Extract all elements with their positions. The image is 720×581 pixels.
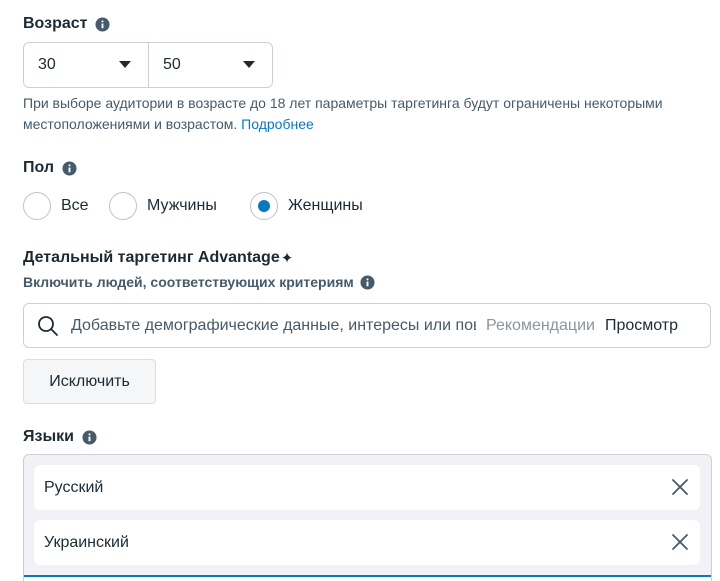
audience-settings-panel: Возраст 30 50 При выборе аудитории в воз… (0, 0, 720, 581)
age-section-title: Возраст (23, 15, 111, 33)
age-min-value: 30 (38, 56, 56, 73)
gender-option-women[interactable]: Женщины (250, 192, 363, 220)
close-icon[interactable] (670, 477, 690, 497)
language-chip-label: Украинский (44, 533, 129, 551)
info-icon[interactable] (95, 16, 111, 32)
language-chip: Украинский (34, 520, 700, 565)
info-icon[interactable] (360, 274, 375, 290)
language-input[interactable] (24, 575, 711, 581)
gender-option-label: Мужчины (147, 197, 217, 214)
close-icon[interactable] (670, 532, 690, 552)
age-max-select[interactable]: 50 (148, 43, 272, 87)
languages-section-title: Языки (23, 428, 97, 446)
radio-button[interactable] (109, 192, 137, 220)
age-note: При выборе аудитории в возрасте до 18 ле… (23, 93, 715, 135)
gender-option-label: Все (61, 197, 89, 214)
languages-selector: Русский Украинский (23, 454, 712, 581)
detailed-targeting-title: Детальный таргетинг Advantage ✦ (23, 249, 293, 267)
include-criteria-text: Включить людей, соответствующих критерия… (23, 274, 354, 290)
gender-option-all[interactable]: Все (23, 192, 109, 220)
learn-more-link[interactable]: Подробнее (241, 116, 314, 132)
gender-option-men[interactable]: Мужчины (109, 192, 250, 220)
radio-button-selected[interactable] (250, 192, 278, 220)
radio-button[interactable] (23, 192, 51, 220)
gender-option-label: Женщины (288, 197, 363, 214)
age-max-value: 50 (163, 56, 181, 73)
caret-down-icon (119, 61, 131, 68)
caret-down-icon (243, 61, 255, 68)
sparkle-icon: ✦ (280, 250, 294, 267)
gender-title: Пол (23, 159, 55, 176)
detailed-targeting-input[interactable] (71, 316, 476, 335)
info-icon[interactable] (62, 160, 77, 176)
age-range-selector: 30 50 (23, 42, 273, 88)
gender-radio-group: Все Мужчины Женщины (23, 190, 363, 222)
age-min-select[interactable]: 30 (24, 43, 148, 87)
search-icon (38, 315, 58, 336)
language-chip: Русский (34, 465, 700, 510)
info-icon[interactable] (82, 429, 97, 445)
language-chip-label: Русский (44, 478, 104, 496)
include-criteria-label: Включить людей, соответствующих критерия… (23, 274, 375, 290)
detailed-targeting-title-text: Детальный таргетинг Advantage (23, 249, 280, 266)
detailed-targeting-search: Рекомендации Просмотр (23, 303, 711, 348)
languages-title: Языки (23, 428, 74, 445)
exclude-button[interactable]: Исключить (23, 359, 156, 404)
gender-section-title: Пол (23, 159, 77, 177)
recommendations-link[interactable]: Рекомендации (486, 317, 595, 335)
browse-link[interactable]: Просмотр (605, 317, 678, 335)
age-title: Возраст (23, 15, 88, 32)
age-note-text: При выборе аудитории в возрасте до 18 ле… (23, 95, 663, 132)
